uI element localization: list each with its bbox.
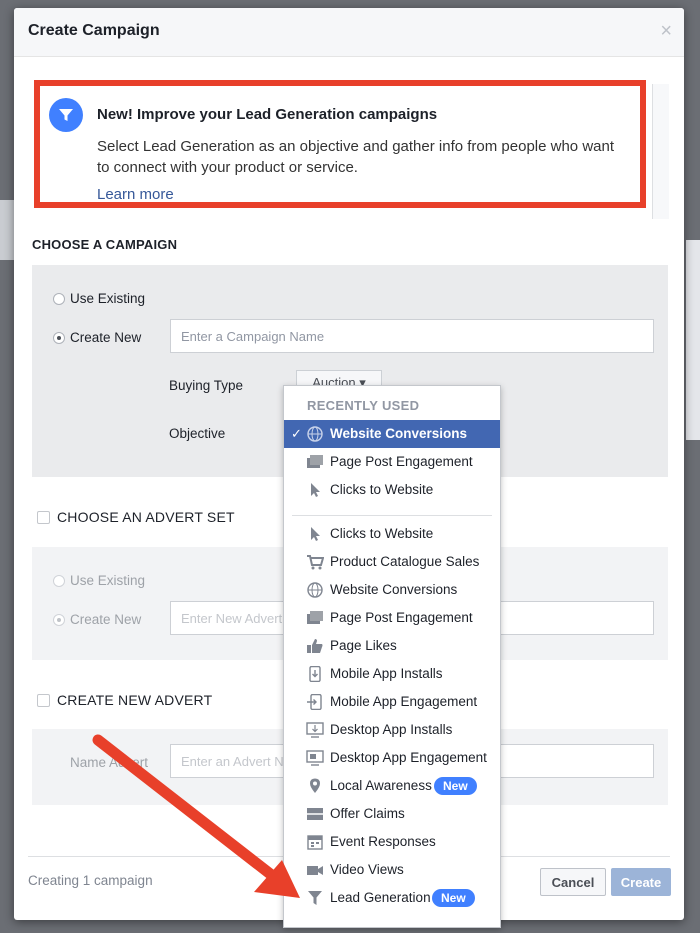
funnel-icon: [49, 98, 83, 132]
desktop-engage-icon: [306, 750, 324, 766]
promo-scrollbar[interactable]: [652, 84, 669, 219]
mobile-install-icon: [309, 666, 321, 682]
desktop-install-icon: [306, 722, 324, 738]
cursor-icon: [311, 527, 320, 541]
recently-used-header: RECENTLY USED: [307, 398, 420, 413]
use-existing-campaign-radio[interactable]: [53, 293, 65, 305]
create-advert-checkbox[interactable]: [37, 694, 50, 707]
create-new-advert-set-radio[interactable]: [53, 614, 65, 626]
close-icon[interactable]: ×: [660, 20, 672, 43]
objective-option-website-conversions[interactable]: ✓ Website Conversions: [284, 420, 500, 448]
page-post-icon: [307, 611, 323, 624]
create-advert-section-title: CREATE NEW ADVERT: [57, 692, 213, 708]
option-label: Product Catalogue Sales: [330, 554, 480, 569]
option-label: Desktop App Engagement: [330, 750, 487, 765]
objective-option-product-catalogue-sales[interactable]: Product Catalogue Sales: [284, 548, 500, 576]
use-existing-advert-set-label[interactable]: Use Existing: [70, 573, 145, 588]
advert-name-label: Name Advert: [70, 755, 149, 770]
objective-option-page-likes[interactable]: Page Likes: [284, 632, 500, 660]
new-badge: New: [434, 777, 477, 795]
objective-option-mobile-app-engagement[interactable]: Mobile App Engagement: [284, 688, 500, 716]
cancel-button[interactable]: Cancel: [540, 868, 606, 896]
dialog-header: Create Campaign ×: [14, 8, 684, 57]
option-label: Video Views: [330, 862, 404, 877]
page-post-icon: [307, 455, 323, 468]
campaign-name-input[interactable]: [170, 319, 654, 353]
learn-more-link[interactable]: Learn more: [97, 186, 174, 203]
objective-option-event-responses[interactable]: Event Responses: [284, 828, 500, 856]
option-label: Mobile App Installs: [330, 666, 443, 681]
background-table-edge: [0, 200, 14, 260]
objective-option-desktop-app-engagement[interactable]: Desktop App Engagement: [284, 744, 500, 772]
objective-option-clicks-to-website[interactable]: Clicks to Website: [284, 476, 500, 504]
option-label: Page Post Engagement: [330, 454, 473, 469]
buying-type-label: Buying Type: [169, 378, 244, 393]
globe-icon: [307, 426, 323, 442]
new-badge: New: [432, 889, 475, 907]
option-label: Website Conversions: [330, 426, 468, 441]
objective-option-desktop-app-installs[interactable]: Desktop App Installs: [284, 716, 500, 744]
promo-body: Select Lead Generation as an objective a…: [97, 138, 615, 176]
objective-option-offer-claims[interactable]: Offer Claims: [284, 800, 500, 828]
cursor-icon: [311, 483, 320, 497]
lead-gen-promo-banner: New! Improve your Lead Generation campai…: [34, 80, 646, 208]
location-pin-icon: [310, 778, 320, 793]
objective-option-lead-generation[interactable]: Lead Generation New: [284, 884, 500, 912]
checkmark-icon: ✓: [291, 426, 302, 441]
advert-set-checkbox[interactable]: [37, 511, 50, 524]
option-label: Local Awareness: [330, 778, 432, 793]
create-new-campaign-label[interactable]: Create New: [70, 330, 141, 345]
campaign-section-title: CHOOSE A CAMPAIGN: [32, 237, 178, 252]
objective-option-page-post-engagement[interactable]: Page Post Engagement: [284, 604, 500, 632]
objective-option-website-conversions[interactable]: Website Conversions: [284, 576, 500, 604]
option-label: Page Likes: [330, 638, 397, 653]
thumbs-up-icon: [307, 639, 323, 653]
option-label: Event Responses: [330, 834, 436, 849]
promo-title: New! Improve your Lead Generation campai…: [97, 106, 438, 123]
globe-icon: [307, 582, 323, 598]
option-label: Clicks to Website: [330, 482, 434, 497]
dialog-title: Create Campaign: [28, 22, 160, 39]
video-icon: [307, 866, 323, 875]
objective-option-mobile-app-installs[interactable]: Mobile App Installs: [284, 660, 500, 688]
footer-status: Creating 1 campaign: [28, 873, 153, 888]
option-label: Desktop App Installs: [330, 722, 453, 737]
objective-dropdown[interactable]: RECENTLY USED ✓ Website Conversions Page…: [283, 385, 501, 928]
create-new-advert-set-label[interactable]: Create New: [70, 612, 141, 627]
objective-option-clicks-to-website[interactable]: Clicks to Website: [284, 520, 500, 548]
background-table-edge-right: [686, 240, 700, 440]
option-label: Offer Claims: [330, 806, 405, 821]
option-label: Website Conversions: [330, 582, 458, 597]
advert-set-section-title: CHOOSE AN ADVERT SET: [57, 509, 235, 525]
calendar-icon: [307, 835, 323, 850]
objective-option-page-post-engagement[interactable]: Page Post Engagement: [284, 448, 500, 476]
option-label: Page Post Engagement: [330, 610, 473, 625]
objective-option-video-views[interactable]: Video Views: [284, 856, 500, 884]
create-button[interactable]: Create: [611, 868, 671, 896]
mobile-engage-icon: [307, 694, 322, 710]
use-existing-advert-set-radio[interactable]: [53, 575, 65, 587]
cart-icon: [307, 555, 324, 570]
objective-option-local-awareness[interactable]: Local Awareness New: [284, 772, 500, 800]
option-label: Mobile App Engagement: [330, 694, 478, 709]
option-label: Lead Generation: [330, 890, 431, 905]
option-label: Clicks to Website: [330, 526, 434, 541]
use-existing-campaign-label[interactable]: Use Existing: [70, 291, 145, 306]
offer-icon: [307, 808, 323, 820]
dropdown-separator: [292, 515, 492, 516]
create-new-campaign-radio[interactable]: [53, 332, 65, 344]
objective-label: Objective: [169, 426, 226, 441]
funnel-icon: [308, 891, 322, 905]
